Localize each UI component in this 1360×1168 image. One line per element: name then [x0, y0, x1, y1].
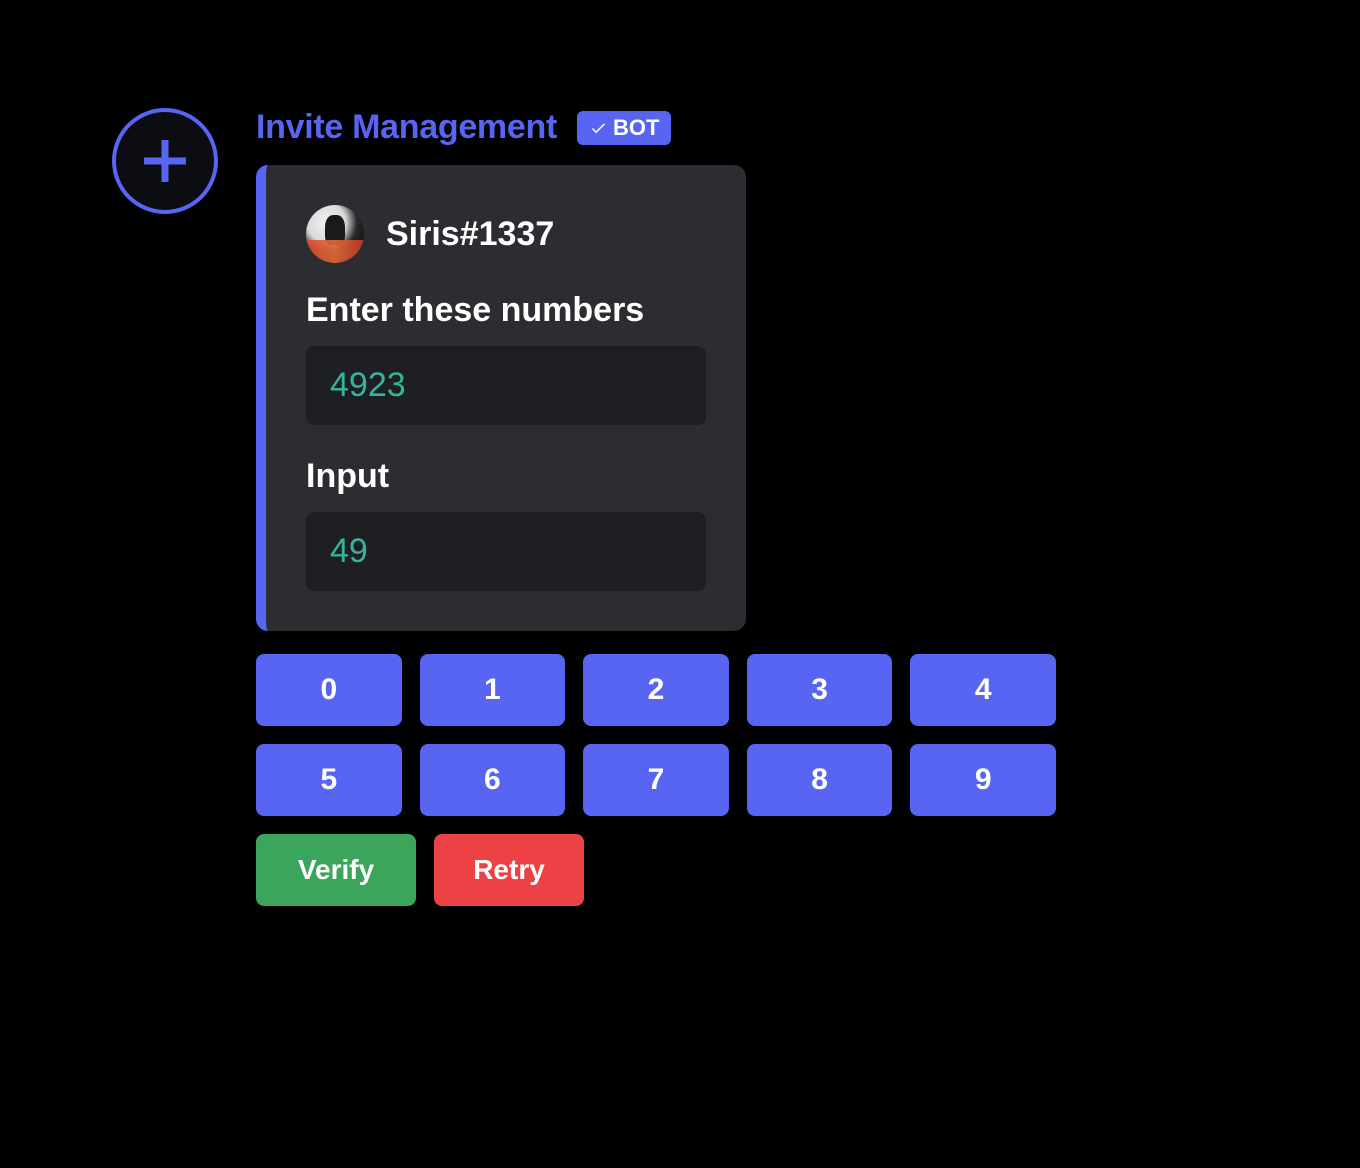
avatar: [306, 205, 364, 263]
author-name: Siris#1337: [386, 215, 554, 254]
num-button-7[interactable]: 7: [583, 744, 729, 816]
plus-icon: [137, 133, 193, 189]
num-button-6[interactable]: 6: [420, 744, 566, 816]
num-button-3[interactable]: 3: [747, 654, 893, 726]
add-server-icon[interactable]: [112, 108, 218, 214]
keypad-row-2: 5 6 7 8 9: [256, 744, 1056, 816]
bot-name: Invite Management: [256, 108, 557, 147]
num-button-0[interactable]: 0: [256, 654, 402, 726]
num-button-4[interactable]: 4: [910, 654, 1056, 726]
retry-button[interactable]: Retry: [434, 834, 584, 906]
message-header: Invite Management BOT: [256, 108, 671, 147]
target-label: Enter these numbers: [306, 291, 706, 330]
input-label: Input: [306, 457, 706, 496]
embed-author: Siris#1337: [306, 205, 706, 263]
num-button-5[interactable]: 5: [256, 744, 402, 816]
captcha-embed: Siris#1337 Enter these numbers 4923 Inpu…: [256, 165, 746, 631]
verify-button[interactable]: Verify: [256, 834, 416, 906]
input-value: 49: [330, 532, 368, 570]
num-button-2[interactable]: 2: [583, 654, 729, 726]
check-icon: [589, 119, 607, 137]
num-button-9[interactable]: 9: [910, 744, 1056, 816]
bot-badge: BOT: [577, 111, 671, 145]
bot-badge-label: BOT: [613, 115, 659, 141]
num-button-8[interactable]: 8: [747, 744, 893, 816]
keypad-row-1: 0 1 2 3 4: [256, 654, 1056, 726]
input-value-box: 49: [306, 512, 706, 591]
num-button-1[interactable]: 1: [420, 654, 566, 726]
target-value-box: 4923: [306, 346, 706, 425]
target-value: 4923: [330, 366, 406, 404]
action-row: Verify Retry: [256, 834, 584, 906]
number-keypad: 0 1 2 3 4 5 6 7 8 9: [256, 654, 1056, 816]
